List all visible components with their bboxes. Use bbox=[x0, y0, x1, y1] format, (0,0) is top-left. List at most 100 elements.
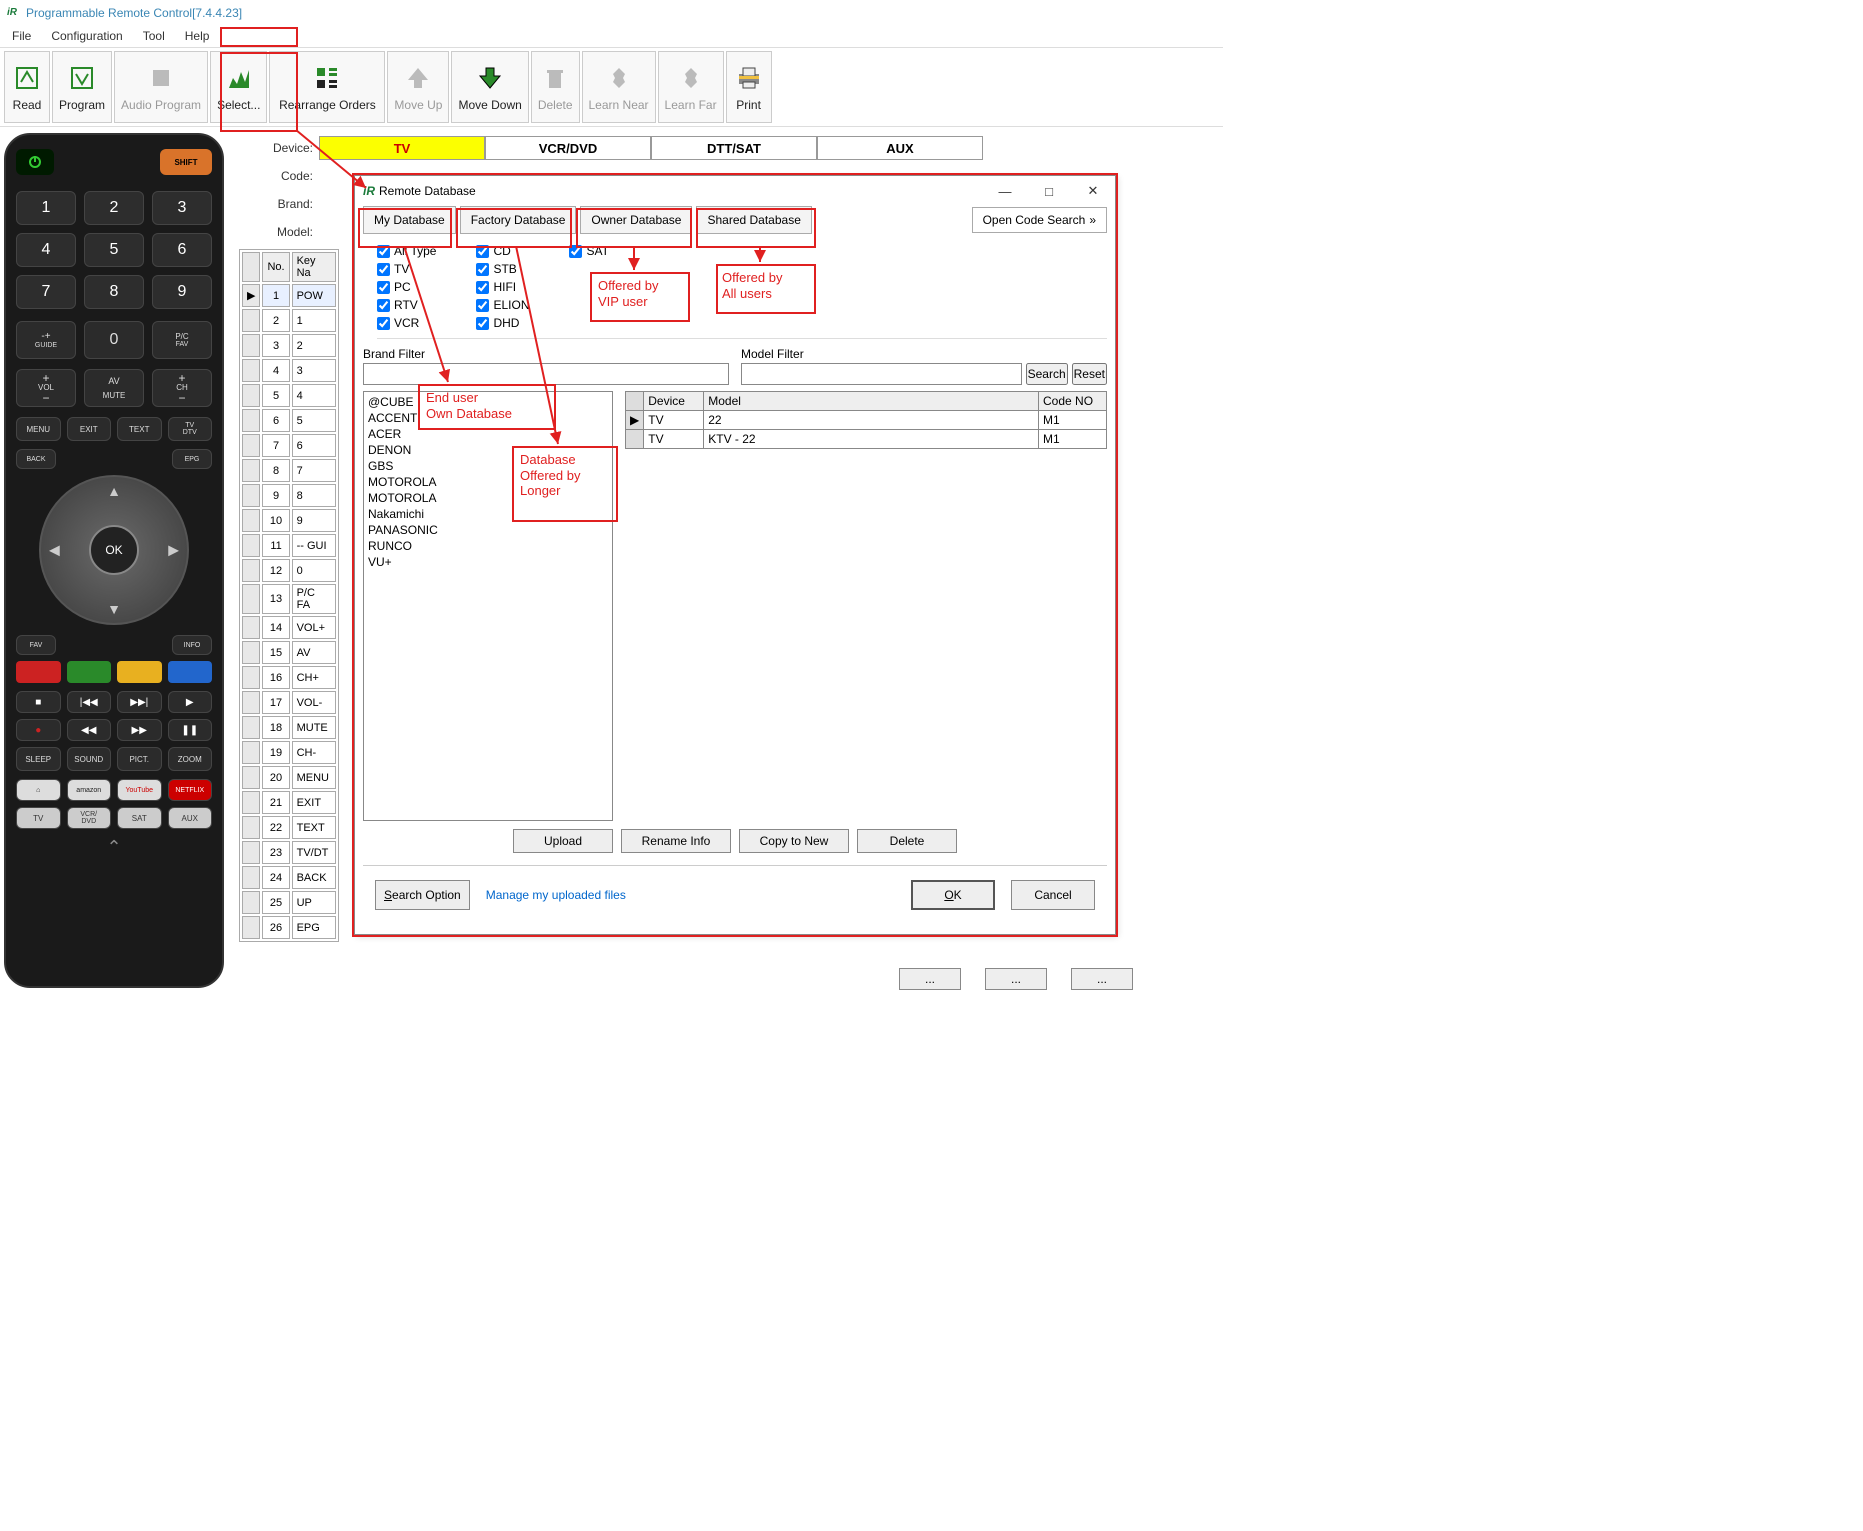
key-table[interactable]: No.Key Na ▶1POW213243546576879810911-- G… bbox=[239, 249, 339, 942]
type-check-hifi[interactable]: HIFI bbox=[476, 280, 529, 294]
table-row[interactable]: 32 bbox=[242, 334, 336, 357]
model-filter-input[interactable] bbox=[741, 363, 1022, 385]
audio-icon bbox=[145, 62, 177, 94]
list-item[interactable]: PANASONIC bbox=[366, 522, 610, 538]
upload-button[interactable]: Upload bbox=[513, 829, 613, 853]
table-row[interactable]: 23TV/DT bbox=[242, 841, 336, 864]
type-check-dhd[interactable]: DHD bbox=[476, 316, 529, 330]
table-row[interactable]: 76 bbox=[242, 434, 336, 457]
type-check-elion[interactable]: ELION bbox=[476, 298, 529, 312]
toolbar-print[interactable]: Print bbox=[726, 51, 772, 123]
table-row[interactable]: 109 bbox=[242, 509, 336, 532]
remote-key-5: 5 bbox=[84, 233, 144, 267]
cancel-button[interactable]: Cancel bbox=[1011, 880, 1095, 910]
close-icon[interactable]: ✕ bbox=[1071, 177, 1115, 205]
list-item[interactable]: VU+ bbox=[366, 554, 610, 570]
minimize-icon[interactable]: — bbox=[983, 177, 1027, 205]
open-code-search[interactable]: Open Code Search » bbox=[972, 207, 1107, 233]
table-row[interactable]: 26EPG bbox=[242, 916, 336, 939]
list-item[interactable]: RUNCO bbox=[366, 538, 610, 554]
delete-button[interactable]: Delete bbox=[857, 829, 957, 853]
table-row[interactable]: 19CH- bbox=[242, 741, 336, 764]
table-row[interactable]: 11-- GUI bbox=[242, 534, 336, 557]
ok-button[interactable]: OK bbox=[911, 880, 995, 910]
remote-back: BACK bbox=[16, 449, 56, 469]
toolbar-rearrange[interactable]: Rearrange Orders bbox=[269, 51, 385, 123]
toolbar-move-down[interactable]: Move Down bbox=[451, 51, 528, 123]
tab-shared-database[interactable]: Shared Database bbox=[696, 206, 811, 234]
toolbar-learn-far: Learn Far bbox=[658, 51, 724, 123]
table-row[interactable]: 65 bbox=[242, 409, 336, 432]
tab-owner-database[interactable]: Owner Database bbox=[580, 206, 692, 234]
table-row[interactable]: 21 bbox=[242, 309, 336, 332]
menu-tool[interactable]: Tool bbox=[143, 29, 165, 43]
manage-link[interactable]: Manage my uploaded files bbox=[486, 888, 626, 902]
model-table[interactable]: Device Model Code NO ▶TV22M1TVKTV - 22M1 bbox=[625, 391, 1107, 449]
remote-text: TEXT bbox=[117, 417, 162, 441]
type-check-pc[interactable]: PC bbox=[377, 280, 436, 294]
list-item[interactable]: GBS bbox=[366, 458, 610, 474]
tab-factory-database[interactable]: Factory Database bbox=[460, 206, 577, 234]
table-row[interactable]: 22TEXT bbox=[242, 816, 336, 839]
table-row[interactable]: 15AV bbox=[242, 641, 336, 664]
search-option-button[interactable]: Search Option bbox=[375, 880, 470, 910]
table-row[interactable]: TVKTV - 22M1 bbox=[626, 430, 1107, 449]
brand-filter-input[interactable] bbox=[363, 363, 729, 385]
list-item[interactable]: ACCENT bbox=[366, 410, 610, 426]
table-row[interactable]: 21EXIT bbox=[242, 791, 336, 814]
menu-help[interactable]: Help bbox=[185, 29, 210, 43]
ellipsis-1[interactable]: ... bbox=[899, 968, 961, 990]
toolbar-read[interactable]: Read bbox=[4, 51, 50, 123]
remote-zoom: ZOOM bbox=[168, 747, 213, 771]
table-row[interactable]: 98 bbox=[242, 484, 336, 507]
remote-dpad: ▲ ▼ ◀ ▶ OK bbox=[39, 475, 189, 625]
ellipsis-3[interactable]: ... bbox=[1071, 968, 1133, 990]
list-item[interactable]: MOTOROLA bbox=[366, 490, 610, 506]
rename-button[interactable]: Rename Info bbox=[621, 829, 731, 853]
list-item[interactable]: Nakamichi bbox=[366, 506, 610, 522]
devtab-aux[interactable]: AUX bbox=[817, 136, 983, 160]
list-item[interactable]: @CUBE bbox=[366, 394, 610, 410]
table-row[interactable]: ▶TV22M1 bbox=[626, 411, 1107, 430]
type-check-tv[interactable]: TV bbox=[377, 262, 436, 276]
devtab-tv[interactable]: TV bbox=[319, 136, 485, 160]
type-check-alltype[interactable]: All Type bbox=[377, 244, 436, 258]
remote-tv: TV bbox=[16, 807, 61, 829]
table-row[interactable]: 16CH+ bbox=[242, 666, 336, 689]
list-item[interactable]: MOTOROLA bbox=[366, 474, 610, 490]
list-item[interactable]: DENON bbox=[366, 442, 610, 458]
brand-list[interactable]: @CUBEACCENTACERDENONGBSMOTOROLAMOTOROLAN… bbox=[363, 391, 613, 821]
table-row[interactable]: 87 bbox=[242, 459, 336, 482]
table-row[interactable]: 17VOL- bbox=[242, 691, 336, 714]
db-tabs: My Database Factory Database Owner Datab… bbox=[363, 206, 1107, 234]
remote-info: INFO bbox=[172, 635, 212, 655]
list-item[interactable]: ACER bbox=[366, 426, 610, 442]
table-row[interactable]: 13P/C FA bbox=[242, 584, 336, 614]
table-row[interactable]: 20MENU bbox=[242, 766, 336, 789]
type-check-vcr[interactable]: VCR bbox=[377, 316, 436, 330]
menu-configuration[interactable]: Configuration bbox=[51, 29, 122, 43]
copy-button[interactable]: Copy to New bbox=[739, 829, 849, 853]
reset-button[interactable]: Reset bbox=[1072, 363, 1107, 385]
menu-file[interactable]: File bbox=[12, 29, 31, 43]
search-button[interactable]: Search bbox=[1026, 363, 1068, 385]
table-row[interactable]: 120 bbox=[242, 559, 336, 582]
type-check-cd[interactable]: CD bbox=[476, 244, 529, 258]
devtab-vcrdvd[interactable]: VCR/DVD bbox=[485, 136, 651, 160]
table-row[interactable]: 14VOL+ bbox=[242, 616, 336, 639]
ellipsis-2[interactable]: ... bbox=[985, 968, 1047, 990]
table-row[interactable]: 43 bbox=[242, 359, 336, 382]
toolbar-select[interactable]: Select... bbox=[210, 51, 267, 123]
devtab-dttsat[interactable]: DTT/SAT bbox=[651, 136, 817, 160]
table-row[interactable]: 18MUTE bbox=[242, 716, 336, 739]
tab-my-database[interactable]: My Database bbox=[363, 206, 456, 234]
type-check-rtv[interactable]: RTV bbox=[377, 298, 436, 312]
table-row[interactable]: 25UP bbox=[242, 891, 336, 914]
type-check-stb[interactable]: STB bbox=[476, 262, 529, 276]
maximize-icon[interactable]: □ bbox=[1027, 177, 1071, 205]
table-row[interactable]: ▶1POW bbox=[242, 284, 336, 307]
type-check-sat[interactable]: SAT bbox=[569, 244, 608, 258]
toolbar-program[interactable]: Program bbox=[52, 51, 112, 123]
table-row[interactable]: 54 bbox=[242, 384, 336, 407]
table-row[interactable]: 24BACK bbox=[242, 866, 336, 889]
